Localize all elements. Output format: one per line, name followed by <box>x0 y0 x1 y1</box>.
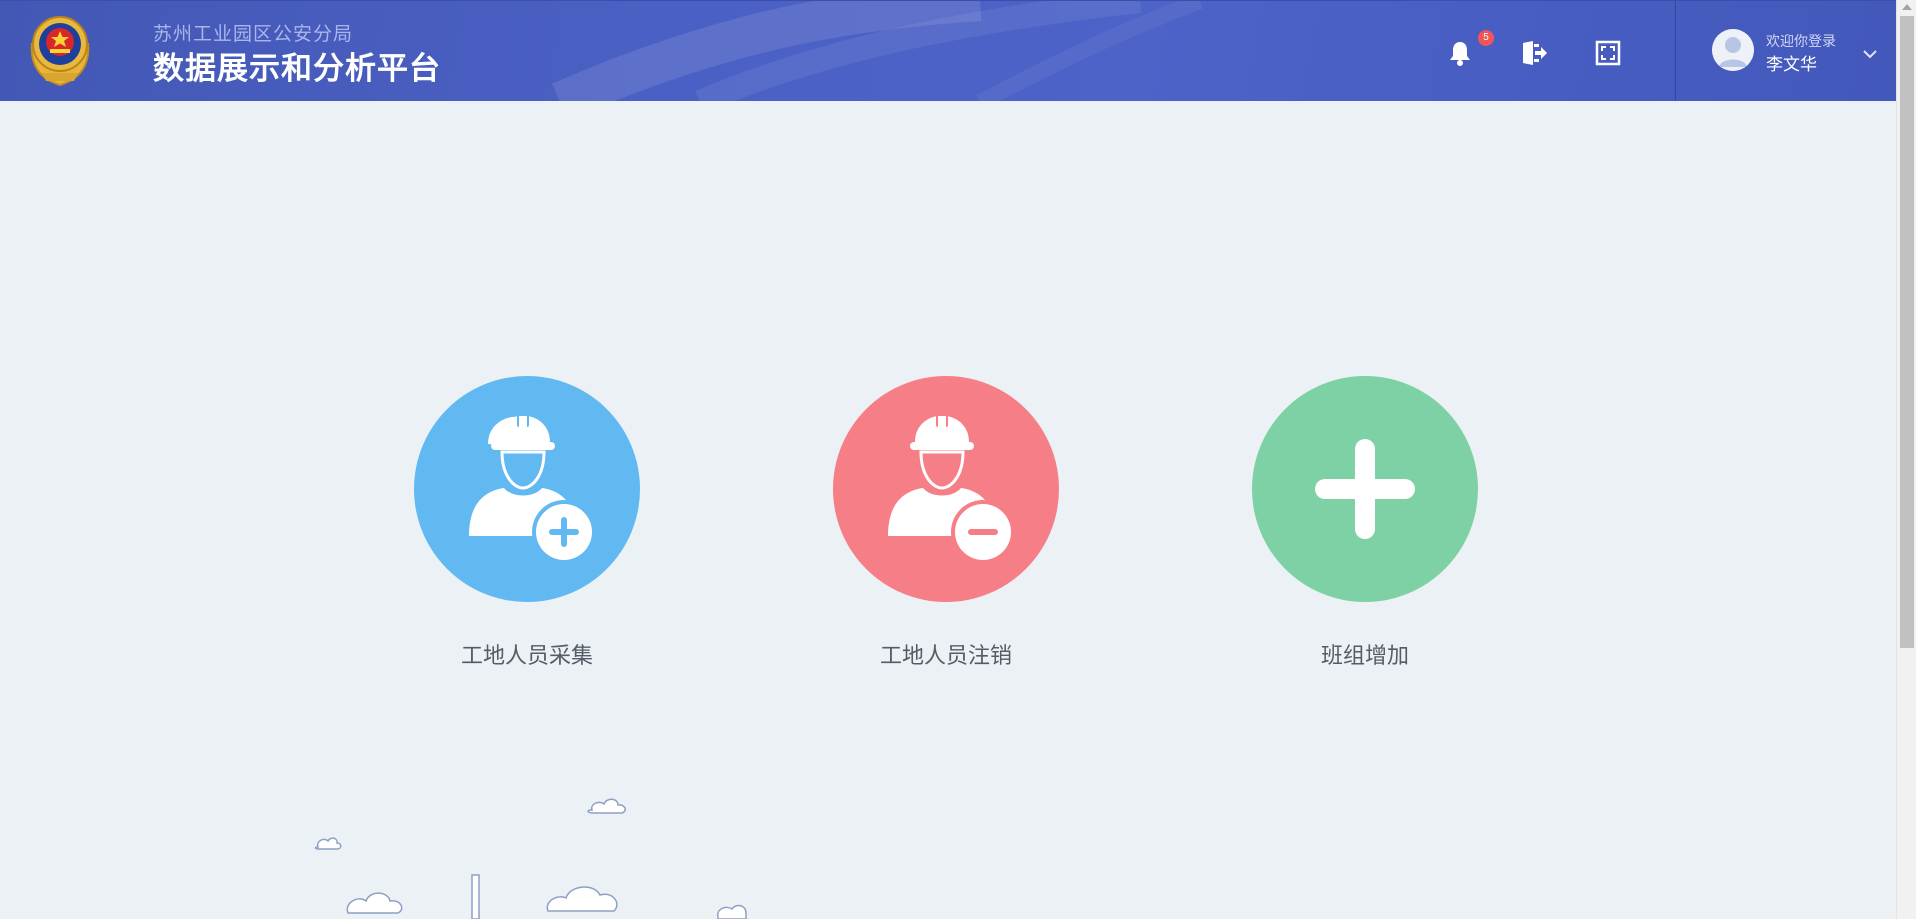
city-illustration <box>314 798 747 919</box>
user-name: 李文华 <box>1766 55 1817 75</box>
scroll-up-arrow-icon[interactable] <box>1902 4 1912 10</box>
logout-icon[interactable] <box>1520 39 1548 67</box>
app-page: 苏州工业园区公安分局 数据展示和分析平台 5 欢迎你登录 李文华 工地人员采集 … <box>0 0 1916 919</box>
fullscreen-icon[interactable] <box>1594 39 1622 67</box>
user-menu[interactable]: 欢迎你登录 李文华 <box>1712 27 1887 77</box>
header-divider <box>1675 1 1676 101</box>
action-worker-cancel[interactable]: 工地人员注销 <box>833 376 1059 676</box>
bell-icon[interactable] <box>1446 39 1474 67</box>
action-label[interactable]: 工地人员采集 <box>374 638 680 670</box>
vertical-scrollbar[interactable] <box>1896 0 1916 919</box>
chevron-down-icon[interactable] <box>1862 49 1878 59</box>
scroll-thumb[interactable] <box>1900 16 1914 648</box>
police-emblem <box>30 16 90 87</box>
action-team-add[interactable]: 班组增加 <box>1252 376 1478 676</box>
team-add-circle[interactable] <box>1252 376 1478 602</box>
action-label[interactable]: 工地人员注销 <box>793 638 1099 670</box>
platform-title: 数据展示和分析平台 <box>153 51 441 87</box>
avatar[interactable] <box>1712 29 1754 71</box>
top-header: 苏州工业园区公安分局 数据展示和分析平台 5 欢迎你登录 李文华 <box>0 0 1896 101</box>
header-subtitle: 苏州工业园区公安分局 <box>153 23 354 45</box>
welcome-text: 欢迎你登录 <box>1766 34 1836 50</box>
chimney-icon <box>471 874 480 919</box>
worker-add-circle[interactable] <box>414 376 640 602</box>
worker-remove-circle[interactable] <box>833 376 1059 602</box>
avatar-icon <box>1712 29 1754 71</box>
action-worker-collect[interactable]: 工地人员采集 <box>414 376 640 676</box>
worker-remove-icon <box>888 413 1015 564</box>
plus-icon <box>1315 439 1415 539</box>
worker-add-icon <box>469 413 596 564</box>
action-label[interactable]: 班组增加 <box>1212 638 1518 670</box>
notification-badge: 5 <box>1478 30 1494 46</box>
